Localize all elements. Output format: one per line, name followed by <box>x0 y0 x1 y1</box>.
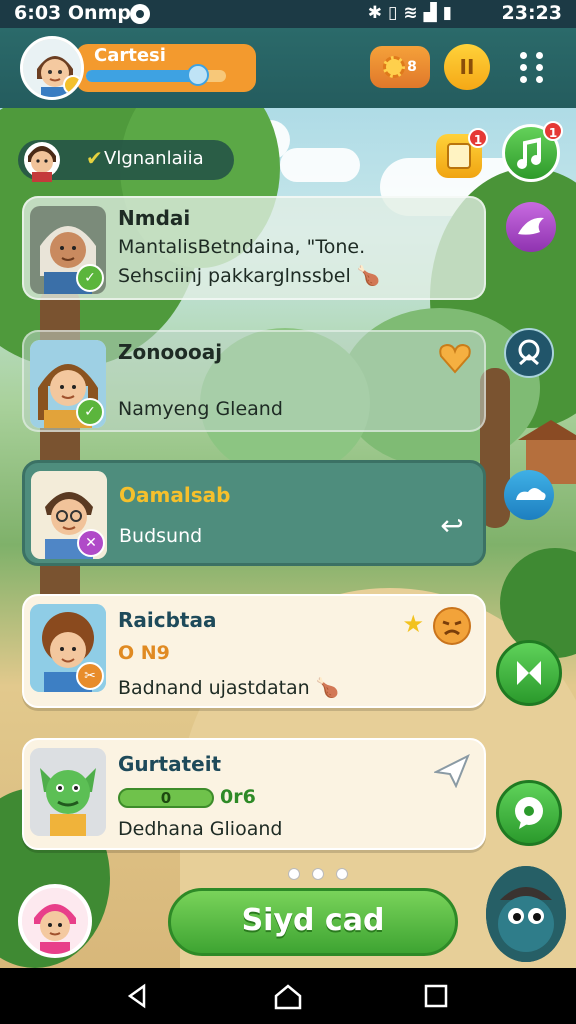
card-line: Badnand ujastdatan 🍗 <box>118 677 340 699</box>
level-badge-icon <box>63 75 81 95</box>
signal-icon: ▟ <box>423 3 443 23</box>
send-icon[interactable] <box>434 754 470 788</box>
character-avatar: ✕ <box>31 471 107 559</box>
character-avatar: ✂ <box>30 604 106 692</box>
music-badge: 1 <box>543 121 563 141</box>
notification-icon <box>130 4 150 24</box>
skip-button[interactable] <box>496 640 562 706</box>
location-name: Vlgnanlaiia <box>104 148 204 169</box>
pause-button[interactable]: II <box>444 44 490 90</box>
quest-button[interactable] <box>504 328 554 378</box>
main-action-button[interactable]: Siyd cad <box>168 888 458 956</box>
leaf-badge-icon: ✓ <box>76 264 104 292</box>
drumstick-icon: 🍗 <box>356 265 381 287</box>
card-line: MantalisBetndaina, "Tone. <box>118 236 366 258</box>
card-progress-value: 0r6 <box>220 786 256 808</box>
dialogue-card[interactable]: Gurtateit 0 0r6 Dedhana Glioand <box>22 738 486 850</box>
chat-icon <box>515 797 543 829</box>
card-title: Raicbtaa <box>118 608 217 632</box>
card-line: Sehsciinj pakkarglnssbel 🍗 <box>118 265 381 287</box>
leaf-badge-icon: ✓ <box>76 398 104 426</box>
location-avatar <box>24 142 60 182</box>
bluetooth-icon: ✱ <box>367 3 388 23</box>
back-icon[interactable] <box>122 980 154 1012</box>
wifi-icon: ≋ <box>403 3 424 23</box>
card-line: Namyeng Gleand <box>118 398 283 420</box>
quest-icon <box>518 339 540 366</box>
system-icons: ✱▯≋▟▮ <box>368 3 458 23</box>
dialogue-card[interactable]: ✓ Zonoooaj Namyeng Gleand <box>22 330 486 432</box>
page-dot[interactable] <box>336 868 348 880</box>
battery-icon: ▮ <box>442 3 458 23</box>
card-title: Gurtateit <box>118 752 222 776</box>
character-avatar: ✓ <box>30 340 106 428</box>
page-dot[interactable] <box>288 868 300 880</box>
pet-companion-button[interactable] <box>486 866 566 962</box>
recents-icon[interactable] <box>420 980 452 1012</box>
player-xp-bar[interactable]: Cartesi <box>76 44 256 92</box>
character-avatar <box>30 748 106 836</box>
x-badge-icon: ✕ <box>77 529 105 557</box>
page-dot-active[interactable] <box>312 868 324 880</box>
coins-button[interactable]: 8 <box>370 46 430 88</box>
character-avatar: ✓ <box>30 206 106 294</box>
checkmark-icon: ✔ <box>86 146 103 170</box>
page-indicator <box>288 868 352 882</box>
player-name: Cartesi <box>94 45 166 66</box>
status-time: 6:03 Onmp <box>14 2 131 24</box>
home-icon[interactable] <box>272 980 304 1012</box>
bird-icon <box>518 217 544 235</box>
xp-track <box>86 64 226 86</box>
chat-button[interactable] <box>496 780 562 846</box>
notes-badge: 1 <box>468 128 488 148</box>
cloud-button[interactable] <box>504 470 554 520</box>
skip-icon <box>517 661 541 685</box>
star-icon: ★ <box>402 610 424 638</box>
cloud <box>280 148 360 182</box>
system-nav-bar <box>0 968 576 1024</box>
drumstick-icon: 🍗 <box>315 677 340 699</box>
player-avatar[interactable] <box>18 884 92 958</box>
dialogue-card[interactable]: ✓ Nmdai MantalisBetndaina, "Tone. Sehsci… <box>22 196 486 300</box>
more-menu-icon[interactable] <box>516 48 552 88</box>
angry-face-icon[interactable] <box>432 606 472 646</box>
card-title: Zonoooaj <box>118 340 223 364</box>
xp-fill <box>86 70 198 82</box>
cloud-icon <box>516 488 546 500</box>
reply-arrow-icon[interactable]: ↩ <box>435 511 469 545</box>
card-subtitle: O N9 <box>118 642 170 664</box>
dialogue-card-selected[interactable]: ✕ Oamalsab Budsund ↩ <box>22 460 486 566</box>
card-line: Budsund <box>119 525 203 547</box>
vibrate-icon: ▯ <box>387 3 404 23</box>
gear-coin-icon <box>383 56 406 78</box>
card-title: Oamalsab <box>119 483 231 507</box>
tools-badge-icon: ✂ <box>76 662 104 690</box>
card-line: Dedhana Glioand <box>118 818 283 840</box>
status-bar: 6:03 Onmp ✱▯≋▟▮ 23:23 <box>0 0 576 28</box>
card-progress-pill: 0 <box>118 788 214 808</box>
card-title: Nmdai <box>118 206 191 230</box>
status-clock: 23:23 <box>501 2 562 24</box>
player-avatar-top[interactable] <box>20 36 84 100</box>
xp-knob <box>187 64 209 86</box>
bird-button[interactable] <box>506 202 556 252</box>
location-label[interactable]: ✔ Vlgnanlaiia <box>18 140 234 182</box>
notes-button[interactable]: 1 <box>436 128 488 178</box>
top-header: Cartesi 8 II <box>0 28 576 108</box>
dialogue-card[interactable]: ✂ Raicbtaa O N9 Badnand ujastdatan 🍗 ★ <box>22 594 486 708</box>
heart-icon[interactable] <box>438 342 472 374</box>
music-button[interactable]: 1 <box>502 121 563 182</box>
